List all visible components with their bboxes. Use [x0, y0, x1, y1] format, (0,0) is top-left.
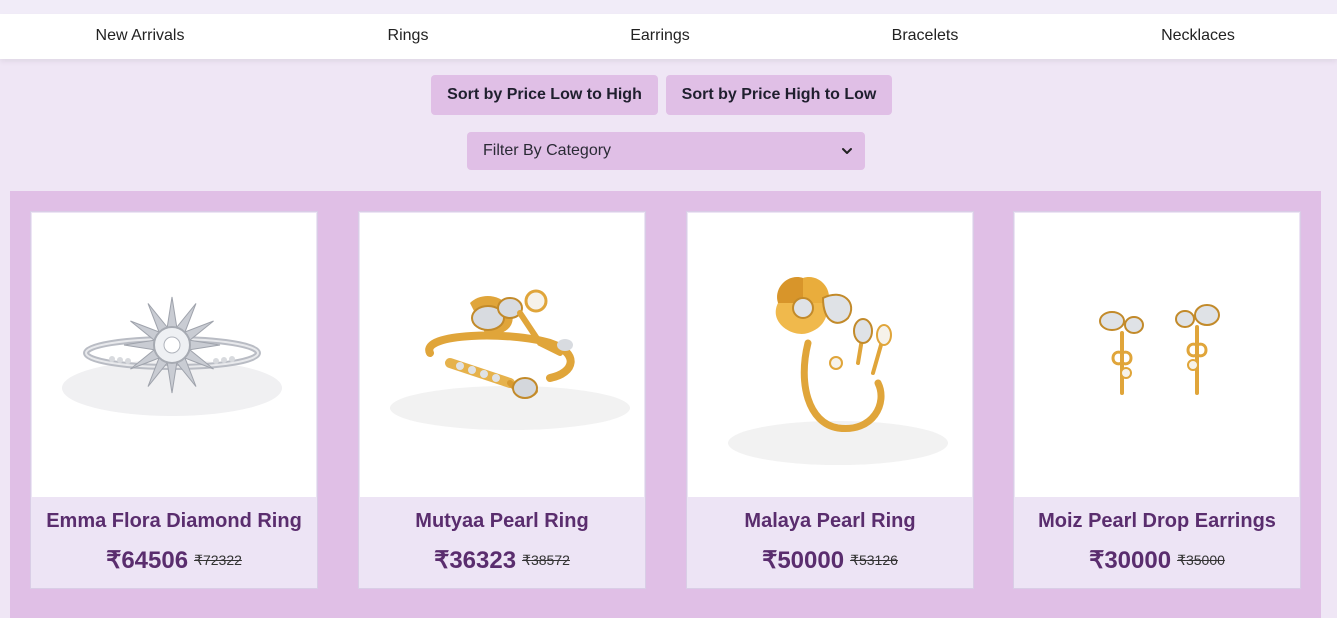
top-strip — [0, 0, 1337, 14]
product-price: ₹36323 — [434, 547, 517, 574]
product-name: Mutyaa Pearl Ring — [415, 510, 589, 532]
chevron-down-icon — [842, 148, 852, 154]
product-image — [32, 213, 316, 497]
price-row: ₹30000 ₹35000 — [1014, 546, 1300, 575]
gold-pearl-ring-icon — [390, 289, 630, 430]
category-nav: New Arrivals Rings Earrings Bracelets Ne… — [0, 14, 1337, 59]
product-old-price: ₹35000 — [1177, 552, 1225, 568]
nav-item-bracelets[interactable]: Bracelets — [892, 14, 959, 59]
nav-item-earrings[interactable]: Earrings — [630, 14, 690, 59]
price-row: ₹36323 ₹38572 — [359, 546, 645, 575]
price-row: ₹64506 ₹72322 — [31, 546, 317, 575]
nav-item-rings[interactable]: Rings — [388, 14, 429, 59]
silver-diamond-ring-icon — [62, 296, 282, 416]
product-card[interactable]: Moiz Pearl Drop Earrings ₹30000 ₹35000 — [1013, 211, 1301, 589]
gold-pearl-earrings-icon — [1099, 304, 1220, 395]
price-row: ₹50000 ₹53126 — [687, 546, 973, 575]
product-image — [688, 213, 972, 497]
product-name: Moiz Pearl Drop Earrings — [1038, 510, 1276, 532]
product-old-price: ₹38572 — [522, 552, 570, 568]
nav-item-necklaces[interactable]: Necklaces — [1161, 14, 1235, 59]
product-name: Emma Flora Diamond Ring — [46, 510, 302, 532]
nav-item-new-arrivals[interactable]: New Arrivals — [96, 14, 185, 59]
gold-flower-ring-icon — [728, 277, 948, 465]
product-image — [360, 213, 644, 497]
product-old-price: ₹72322 — [194, 552, 242, 568]
product-card[interactable]: Mutyaa Pearl Ring ₹36323 ₹38572 — [358, 211, 646, 589]
product-name: Malaya Pearl Ring — [744, 510, 916, 532]
filter-category-select[interactable]: Filter By Category — [467, 132, 865, 170]
product-grid: Emma Flora Diamond Ring ₹64506 ₹72322 Mu… — [10, 191, 1321, 618]
product-price: ₹30000 — [1089, 547, 1172, 574]
product-card[interactable]: Malaya Pearl Ring ₹50000 ₹53126 — [686, 211, 974, 589]
product-price: ₹50000 — [762, 547, 845, 574]
sort-low-to-high-button[interactable]: Sort by Price Low to High — [431, 75, 658, 115]
sort-high-to-low-button[interactable]: Sort by Price High to Low — [666, 75, 892, 115]
product-old-price: ₹53126 — [850, 552, 898, 568]
product-image — [1015, 213, 1299, 497]
product-price: ₹64506 — [106, 547, 189, 574]
product-card[interactable]: Emma Flora Diamond Ring ₹64506 ₹72322 — [30, 211, 318, 589]
filter-category-label: Filter By Category — [483, 142, 612, 159]
